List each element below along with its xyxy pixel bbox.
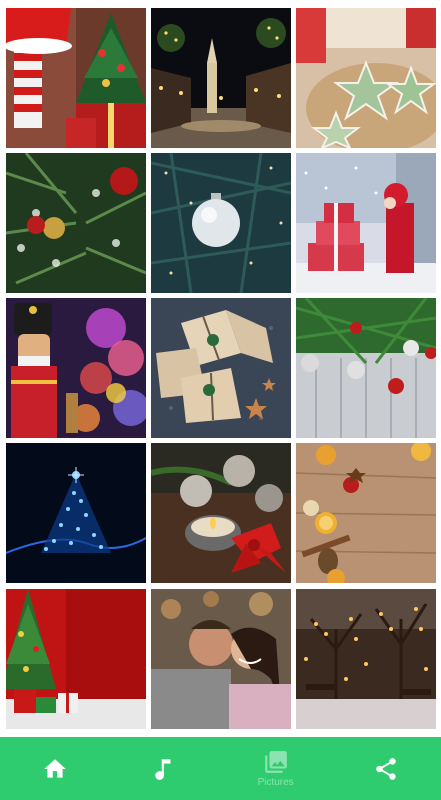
candle-baubles-photo [151,443,291,583]
nav-share-button[interactable] [346,737,426,800]
nav-photos-label: Pictures [257,777,294,788]
gallery-tile-5[interactable] [151,153,291,293]
gallery-tile-4[interactable] [6,153,146,293]
pine-wood-background-photo [296,298,436,438]
silver-bauble-photo [151,153,291,293]
music-note-icon [155,758,171,780]
gallery-tile-11[interactable] [151,443,291,583]
gallery-tile-7[interactable] [6,298,146,438]
gallery-tile-10[interactable] [6,443,146,583]
gallery-tile-15[interactable] [296,589,436,729]
snowy-park-lights-photo [296,589,436,729]
snowy-gifts-girl-photo [296,153,436,293]
gallery-tile-8[interactable] [151,298,291,438]
wrapped-gifts-photo [151,298,291,438]
gallery-tile-9[interactable] [296,298,436,438]
wood-oranges-spices-photo [296,443,436,583]
photos-icon [264,751,287,773]
gallery-tile-12[interactable] [296,443,436,583]
bottom-navigation-bar: Pictures [0,737,441,800]
nutcracker-bokeh-photo [6,298,146,438]
gallery-tile-2[interactable] [151,8,291,148]
nav-music-button[interactable] [125,737,205,800]
photo-grid [0,0,441,736]
tree-ornaments-photo [6,153,146,293]
gallery-tile-3[interactable] [296,8,436,148]
santa-stockings-tree-photo [6,8,146,148]
blue-light-tree-photo [6,443,146,583]
red-background-tree-photo [6,589,146,729]
home-icon [44,758,66,778]
gallery-tile-1[interactable] [6,8,146,148]
christmas-street-night-photo [151,8,291,148]
nav-photos-button[interactable]: Pictures [236,737,316,800]
gallery-tile-13[interactable] [6,589,146,729]
couple-kiss-photo [151,589,291,729]
gallery-tile-6[interactable] [296,153,436,293]
nav-home-button[interactable] [15,737,95,800]
gallery-tile-14[interactable] [151,589,291,729]
star-cookies-photo [296,8,436,148]
share-icon [376,757,396,780]
